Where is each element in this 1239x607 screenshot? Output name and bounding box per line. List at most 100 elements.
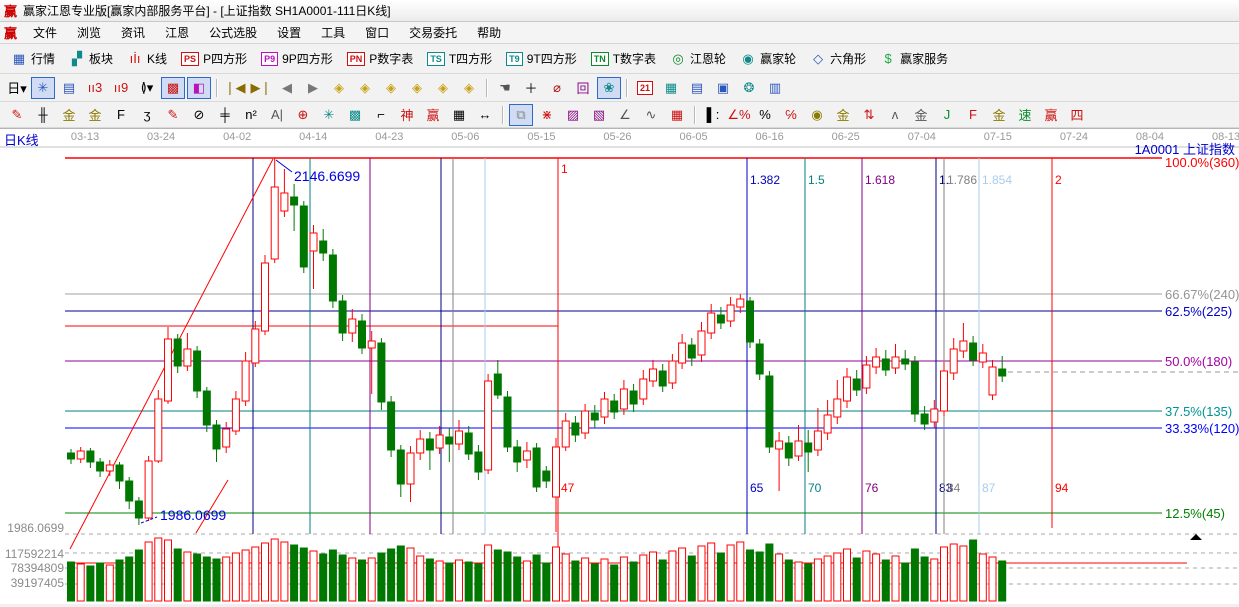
nine-bars-button[interactable]: ıı9 [109,77,133,99]
menu-item-1[interactable]: 文件 [23,24,67,42]
web-update-button[interactable]: ❂ [737,77,761,99]
gold-section-a-button[interactable]: 金 [57,104,81,126]
diamond-hexpand-button[interactable]: ◈ [379,77,403,99]
ying-angle-button[interactable]: 赢 [1039,104,1063,126]
system-button[interactable]: ▥ [763,77,787,99]
square-web-button[interactable]: ▩ [343,104,367,126]
p-square-button[interactable]: PSP四方形 [175,47,253,70]
width-measure-button[interactable]: ↔ [473,104,497,126]
maze-tool-button[interactable]: 回 [571,77,595,99]
gold-angle2-button[interactable]: 金 [987,104,1011,126]
n-square-button[interactable]: n² [239,104,263,126]
hexagon-button[interactable]: ◇六角形 [804,47,872,70]
mark-button[interactable]: ⌐ [369,104,393,126]
calendar-button[interactable]: 21 [633,77,657,99]
spider-web-button[interactable]: ✳ [317,104,341,126]
gold-line-button[interactable]: 金 [831,104,855,126]
prev-bar-button[interactable]: ◀ [275,77,299,99]
title-bar[interactable]: 赢 赢家江恩专业版[赢家内部服务平台] - [上证指数 SH1A0001-111… [0,0,1239,22]
mirror-button[interactable]: A| [265,104,289,126]
volume-bar [417,556,424,601]
info-list-button[interactable]: ▤ [57,77,81,99]
grid123-button[interactable]: ▦ [447,104,471,126]
percent-line-button[interactable]: ℅ [779,104,803,126]
region-tool-button[interactable]: ❀ [597,77,621,99]
three-bars-button[interactable]: ıı3 [83,77,107,99]
gann-box2-button[interactable]: ▨ [561,104,585,126]
menu-item-6[interactable]: 设置 [267,24,311,42]
menu-item-5[interactable]: 公式选股 [199,24,267,42]
kline-button[interactable]: ıİıK线 [121,47,173,70]
menu-item-3[interactable]: 资讯 [111,24,155,42]
updown-button[interactable]: ⇅ [857,104,881,126]
diamond-right-button[interactable]: ◈ [353,77,377,99]
candlestick-chart[interactable]: 1471.382651.5701.618761.831.786841.85487… [0,129,1239,604]
candle-body [388,402,395,450]
gold-circle-button[interactable]: ◉ [805,104,829,126]
menu-item-7[interactable]: 工具 [311,24,355,42]
hand-tool-button[interactable]: ☚ [493,77,517,99]
diamond-left-button[interactable]: ◈ [327,77,351,99]
gold-section-b-button[interactable]: 金 [83,104,107,126]
t-number-table-button[interactable]: TNT数字表 [585,47,662,70]
quotes-button[interactable]: ▦行情 [5,47,61,70]
pen-tool-button[interactable]: ✎ [161,104,185,126]
ray-fan-button[interactable]: ⋇ [535,104,559,126]
wave-button[interactable]: ʌ [883,104,907,126]
zigzag-button[interactable]: ∿ [639,104,663,126]
j-angle-button[interactable]: J [935,104,959,126]
angle-percent-button[interactable]: ∠% [727,104,751,126]
ying-tool-button[interactable]: 赢 [421,104,445,126]
profile-button[interactable]: ◧ [187,77,211,99]
su-angle-button[interactable]: 速 [1013,104,1037,126]
next-bar-button[interactable]: ▶ [301,77,325,99]
box-select-button[interactable]: ⧉ [509,104,533,126]
circle-angle-button[interactable]: ⊘ [187,104,211,126]
candle-body [436,435,443,448]
gann-box-button[interactable]: ▩ [161,77,185,99]
nine-t-square-button[interactable]: T99T四方形 [500,47,583,70]
p-number-table-button[interactable]: PNP数字表 [341,47,420,70]
fibonacci-button[interactable]: F [109,104,133,126]
menu-item-9[interactable]: 交易委托 [399,24,467,42]
last-bar-button[interactable]: ▶❘ [249,77,273,99]
red-grid-button[interactable]: ▦ [665,104,689,126]
circle-cross-button[interactable]: ⊕ [291,104,315,126]
service-button[interactable]: $赢家服务 [874,47,954,70]
symbol-label: 1A0001 上证指数 [1135,142,1235,157]
pattern-button[interactable]: ✳ [31,77,55,99]
si-angle-button[interactable]: 四 [1065,104,1089,126]
gann-box3-button[interactable]: ▧ [587,104,611,126]
gann-scale-button[interactable]: ╫ [31,104,55,126]
trend-rays-button[interactable]: ∠ [613,104,637,126]
t-square-button[interactable]: TST四方形 [421,47,498,70]
f-angle-button[interactable]: F [961,104,985,126]
first-bar-button[interactable]: ❘◀ [223,77,247,99]
gold-angle-button[interactable]: 金 [909,104,933,126]
diamond-expand-button[interactable]: ◈ [405,77,429,99]
crosshair-button[interactable]: ＋ [519,77,543,99]
menu-item-2[interactable]: 浏览 [67,24,111,42]
percent-button[interactable]: % [753,104,777,126]
menu-item-8[interactable]: 窗口 [355,24,399,42]
diamond-star-button[interactable]: ◈ [431,77,455,99]
ruler-button[interactable]: ╪ [213,104,237,126]
zoom-off-button[interactable]: ⌀ [545,77,569,99]
bars-compare-button[interactable]: ▌: [701,104,725,126]
sectors-button[interactable]: ▞板块 [63,47,119,70]
volume-bar [844,549,851,601]
brush-tool-button[interactable]: ✎ [5,104,29,126]
menu-item-4[interactable]: 江恩 [155,24,199,42]
shen-tool-button[interactable]: 神 [395,104,419,126]
save-button[interactable]: ▣ [711,77,735,99]
spiral-button[interactable]: ʒ [135,104,159,126]
winner-wheel-button[interactable]: ◉赢家轮 [734,47,802,70]
menu-item-10[interactable]: 帮助 [467,24,511,42]
period-selector-button[interactable]: 日▾ [5,77,29,99]
candle-style-button[interactable]: ≬▾ [135,77,159,99]
diamond-cross-button[interactable]: ◈ [457,77,481,99]
gann-wheel-button[interactable]: ◎江恩轮 [664,47,732,70]
notes-button[interactable]: ▤ [685,77,709,99]
calculator-button[interactable]: ▦ [659,77,683,99]
nine-p-square-button[interactable]: P99P四方形 [255,47,339,70]
